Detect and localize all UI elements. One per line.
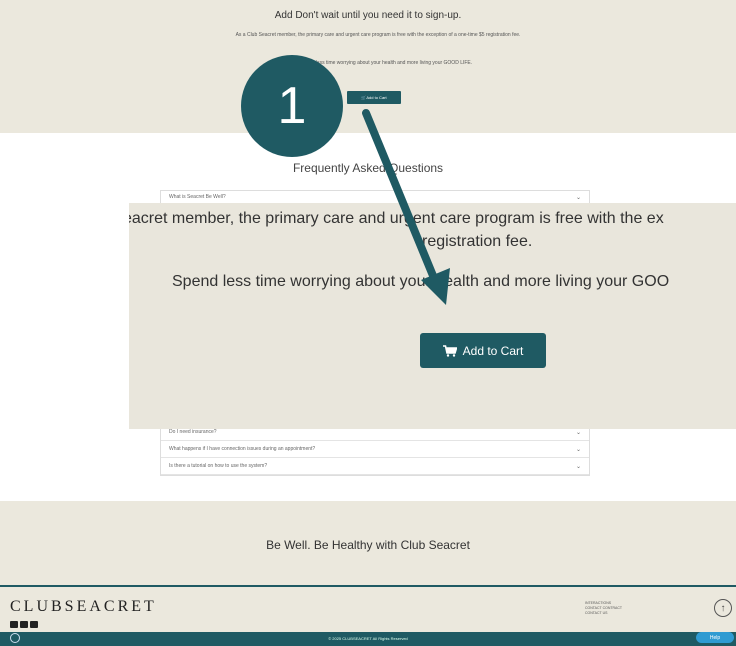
- zoom-fee-line: registration fee.: [422, 233, 533, 250]
- faq-item[interactable]: Is there a tutorial on how to use the sy…: [161, 458, 589, 475]
- signup-title: Add Don't wait until you need it to sign…: [274, 10, 462, 21]
- faq-question: Is there a tutorial on how to use the sy…: [169, 463, 268, 469]
- faq-question: What happens if I have connection issues…: [169, 446, 316, 452]
- faq-question: What is Seacret Be Well?: [169, 194, 226, 200]
- faq-item[interactable]: What happens if I have connection issues…: [161, 441, 589, 458]
- tagline: Be Well. Be Healthy with Club Seacret: [266, 538, 470, 552]
- cart-icon: [442, 344, 457, 357]
- chevron-down-icon: ⌄: [575, 429, 581, 436]
- footer-links: INTERACTIONS CONTACT CONTRACT CONTACT US: [585, 601, 622, 616]
- copyright-text: © 2025 CLUBSEACRET All Rights Reserved: [328, 636, 408, 641]
- add-to-cart-label-small: Add to Cart: [366, 95, 387, 100]
- faq-list-bottom: Do I need insurance? ⌄ What happens if I…: [160, 423, 590, 476]
- chevron-down-icon: ⌄: [575, 463, 581, 470]
- social-icon[interactable]: [30, 621, 38, 628]
- zoomed-callout: eacret member, the primary care and urge…: [129, 203, 736, 429]
- faq-heading: Frequently Asked Questions: [292, 161, 444, 175]
- club-seacret-logo[interactable]: CLUBSEACRET: [10, 598, 157, 616]
- social-links: [10, 621, 38, 628]
- scroll-to-top-button[interactable]: ↑: [714, 599, 732, 617]
- signup-description: As a Club Seacret member, the primary ca…: [235, 32, 521, 38]
- social-icon[interactable]: [10, 621, 18, 628]
- add-to-cart-button-small[interactable]: 🛒 Add to Cart: [347, 91, 401, 104]
- step-number-marker: 1: [241, 55, 343, 157]
- zoom-description-line: eacret member, the primary care and urge…: [129, 210, 664, 227]
- faq-question: Do I need insurance?: [169, 429, 217, 435]
- zoom-spend-line: Spend less time worrying about your heal…: [172, 273, 670, 290]
- add-to-cart-label: Add to Cart: [462, 343, 524, 358]
- chevron-down-icon: ⌄: [575, 194, 581, 201]
- footer-link[interactable]: CONTACT US: [585, 611, 622, 616]
- help-label: Help: [709, 634, 721, 641]
- add-to-cart-button[interactable]: Add to Cart: [420, 333, 546, 368]
- chevron-down-icon: ⌄: [575, 446, 581, 453]
- help-button[interactable]: Help: [696, 632, 734, 643]
- social-icon[interactable]: [20, 621, 28, 628]
